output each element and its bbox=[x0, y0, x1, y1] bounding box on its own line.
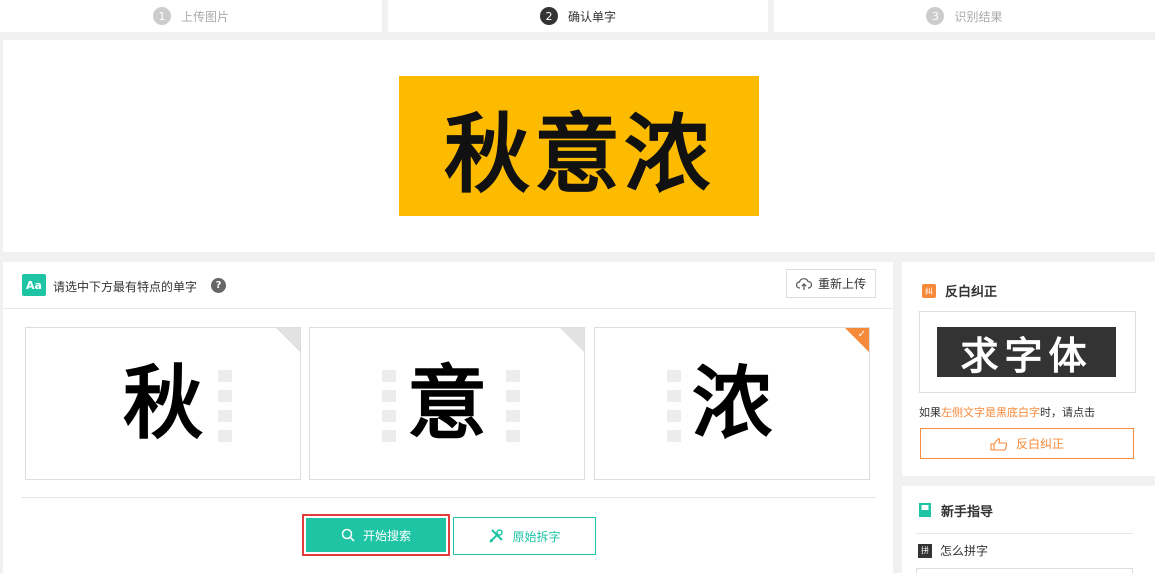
guide-item-how-to-compose[interactable]: 拼 怎么拼字 bbox=[918, 542, 988, 559]
neighbor-fragment bbox=[506, 370, 520, 444]
reupload-label: 重新上传 bbox=[817, 277, 866, 291]
tools-icon bbox=[489, 529, 504, 543]
check-icon: ✓ bbox=[857, 329, 866, 340]
step-label: 识别结果 bbox=[954, 9, 1003, 24]
char-glyph: 意 bbox=[407, 357, 487, 450]
char-card-3[interactable]: 浓 ✓ bbox=[594, 327, 870, 480]
step-label: 上传图片 bbox=[180, 9, 229, 24]
uploaded-image: 秋意浓 bbox=[399, 76, 759, 216]
panel-title: 请选中下方最有特点的单字 bbox=[53, 280, 198, 294]
invert-sample-image: 求字体 bbox=[937, 327, 1116, 378]
step-number: 2 bbox=[539, 7, 558, 25]
select-corner bbox=[560, 328, 584, 352]
panel-header: Aa 请选中下方最有特点的单字 ? 重新上传 bbox=[3, 262, 893, 309]
step-label: 确认单字 bbox=[567, 9, 616, 24]
invert-title: 反白纠正 bbox=[945, 285, 998, 300]
book-icon bbox=[919, 503, 931, 517]
desc-text: 如果 bbox=[919, 406, 941, 419]
uploaded-image-text: 秋意浓 bbox=[444, 104, 714, 205]
compose-icon: 拼 bbox=[918, 543, 932, 558]
start-search-button[interactable]: 开始搜索 bbox=[302, 514, 450, 556]
raw-split-label: 原始拆字 bbox=[512, 529, 561, 544]
start-search-label: 开始搜索 bbox=[362, 528, 411, 543]
guide-item-label: 怎么拼字 bbox=[940, 544, 989, 558]
guide-next-item-edge bbox=[916, 568, 1133, 573]
char-card-1[interactable]: 秋 bbox=[25, 327, 301, 480]
beginner-guide-panel: 新手指导 拼 怎么拼字 bbox=[902, 486, 1155, 573]
char-glyph: 浓 bbox=[692, 357, 772, 450]
divider bbox=[916, 533, 1133, 534]
char-glyph: 秋 bbox=[123, 357, 203, 450]
step-upload: 1 上传图片 bbox=[0, 0, 382, 32]
invert-sample-text: 求字体 bbox=[960, 333, 1093, 378]
guide-title: 新手指导 bbox=[941, 505, 994, 520]
select-corner bbox=[276, 328, 300, 352]
pointing-hand-icon bbox=[990, 437, 1008, 451]
step-result: 3 识别结果 bbox=[774, 0, 1155, 32]
font-aa-icon: Aa bbox=[22, 274, 46, 296]
invert-correction-panel: 纠 反白纠正 求字体 如果左侧文字是黑底白字时，请点击 反白纠正 bbox=[902, 262, 1155, 476]
invert-button-label: 反白纠正 bbox=[1015, 437, 1064, 451]
char-select-panel: Aa 请选中下方最有特点的单字 ? 重新上传 秋 意 浓 ✓ 开始搜索 原始拆字 bbox=[3, 262, 893, 573]
step-confirm: 2 确认单字 bbox=[388, 0, 768, 32]
invert-correction-button[interactable]: 反白纠正 bbox=[920, 428, 1134, 459]
help-icon[interactable]: ? bbox=[211, 278, 226, 293]
desc-text: 时，请点击 bbox=[1040, 406, 1095, 419]
correction-icon: 纠 bbox=[922, 284, 936, 298]
reupload-button[interactable]: 重新上传 bbox=[786, 269, 876, 298]
step-number: 1 bbox=[152, 7, 171, 25]
divider bbox=[21, 497, 876, 498]
step-number: 3 bbox=[926, 7, 945, 25]
raw-split-button[interactable]: 原始拆字 bbox=[453, 517, 596, 555]
uploaded-preview: 秋意浓 bbox=[3, 40, 1155, 252]
neighbor-fragment bbox=[218, 370, 232, 444]
invert-description: 如果左侧文字是黑底白字时，请点击 bbox=[919, 404, 1095, 420]
invert-sample-box: 求字体 bbox=[919, 311, 1136, 393]
char-card-2[interactable]: 意 bbox=[309, 327, 585, 480]
desc-highlight: 左侧文字是黑底白字 bbox=[941, 406, 1040, 419]
search-icon bbox=[341, 528, 355, 542]
cloud-upload-icon bbox=[795, 277, 812, 290]
